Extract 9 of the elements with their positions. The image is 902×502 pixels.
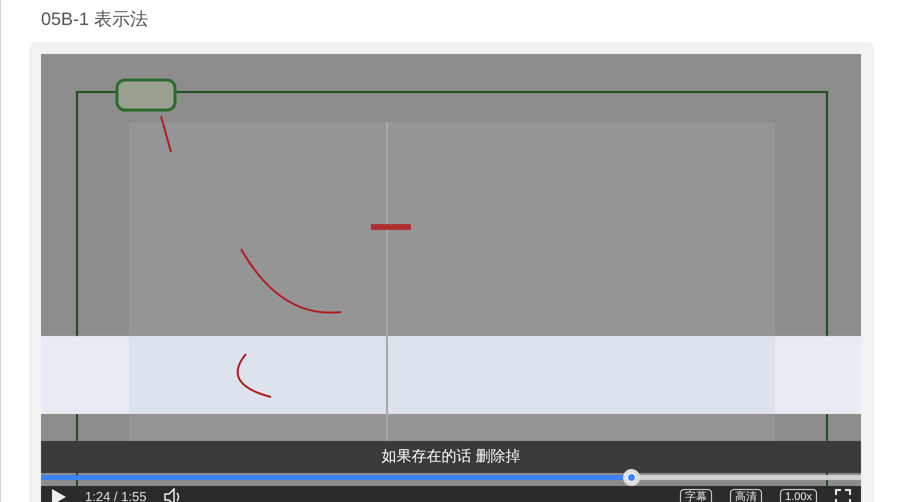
player-button[interactable]: 字幕 [680, 488, 712, 502]
player-button[interactable]: 高清 [730, 488, 762, 502]
time-display: 1:24 / 1:55 [85, 488, 146, 502]
page-title: 05B-1 表示法 [41, 8, 148, 31]
play-icon[interactable] [51, 488, 67, 502]
progress-track[interactable] [41, 475, 861, 480]
subtitle: 如果存在的话 删除掉 [381, 446, 521, 467]
player-button[interactable]: 1.00x [780, 488, 817, 502]
fullscreen-icon[interactable] [835, 489, 851, 502]
